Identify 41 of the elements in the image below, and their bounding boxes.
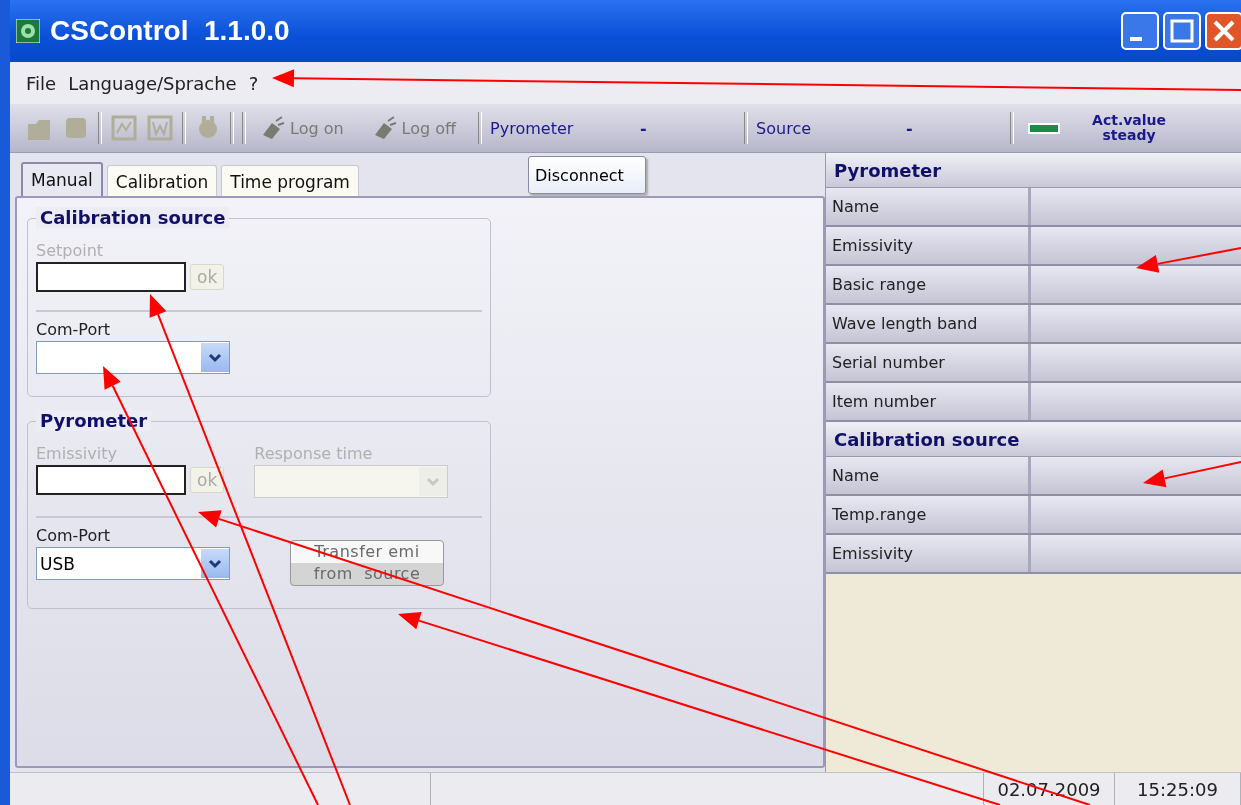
field-label: Com-Port <box>36 320 112 339</box>
status-time: 15:25:09 <box>1115 773 1241 805</box>
field-label: Emissivity <box>36 444 118 463</box>
text-field[interactable] <box>36 465 186 495</box>
dropdown-field[interactable] <box>36 341 230 374</box>
status-label: Source <box>756 118 813 138</box>
dropdown-field[interactable] <box>254 465 449 498</box>
section-header: Pyrometer <box>826 153 1241 188</box>
property-label: Basic range <box>826 266 1031 303</box>
status-value: - <box>906 118 914 138</box>
tab[interactable]: Calibration <box>106 165 218 196</box>
status-label: Act.value steady <box>1091 113 1168 143</box>
property-label: Name <box>826 457 1031 494</box>
menu-item[interactable]: ? <box>248 72 259 94</box>
field-label: Response time <box>254 444 374 463</box>
property-label: Temp.range <box>826 496 1031 533</box>
status-value: - <box>640 118 648 138</box>
property-label: Name <box>826 188 1031 225</box>
field-label: Com-Port <box>36 526 112 545</box>
dropdown-field[interactable]: USB <box>36 547 230 580</box>
property-label: Serial number <box>826 344 1031 381</box>
field-label: Setpoint <box>36 241 105 260</box>
tab[interactable]: Manual <box>21 162 103 196</box>
menu-item[interactable]: Language/Sprache <box>68 72 237 94</box>
maximize-icon[interactable] <box>1163 12 1201 50</box>
plug-icon <box>260 115 286 141</box>
status-label: Pyrometer <box>490 118 575 138</box>
text-field[interactable] <box>36 262 186 292</box>
property-label: Emissivity <box>826 535 1031 572</box>
close-icon[interactable] <box>1205 12 1241 50</box>
app-icon <box>16 19 40 43</box>
section-header: Calibration source <box>826 422 1241 457</box>
tab[interactable]: Time program <box>221 165 359 196</box>
property-label: Item number <box>826 383 1031 420</box>
window-title: CSControl 1.1.0.0 <box>50 15 290 47</box>
menu-item[interactable]: File <box>26 72 57 94</box>
tooltip: Disconnect <box>528 156 646 194</box>
property-label: Emissivity <box>826 227 1031 264</box>
minimize-icon[interactable] <box>1121 12 1159 50</box>
property-label: Wave length band <box>826 305 1031 342</box>
group-title: Calibration source <box>36 207 230 228</box>
